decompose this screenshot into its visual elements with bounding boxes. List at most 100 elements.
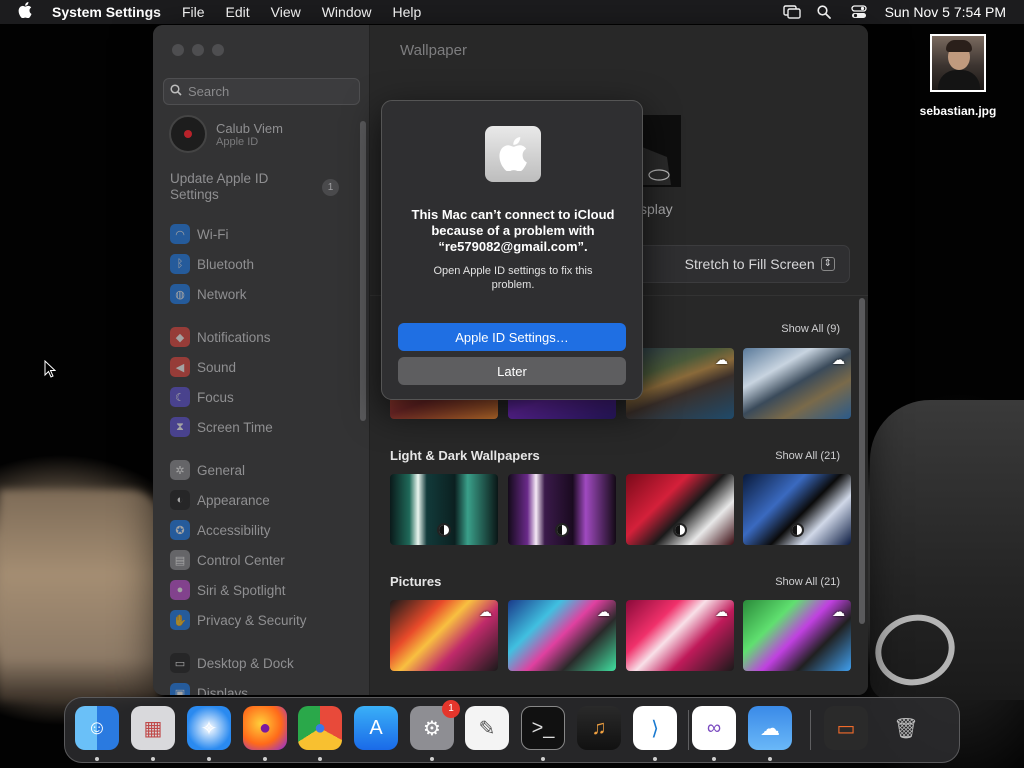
- sidebar-item-notifications[interactable]: ◆ Notifications: [170, 325, 271, 349]
- sidebar-item-privacy-security[interactable]: ✋ Privacy & Security: [170, 608, 307, 632]
- weather-icon[interactable]: ☁: [748, 706, 792, 750]
- display-preview[interactable]: [637, 115, 681, 187]
- update-label: Update Apple ID Settings: [170, 171, 269, 202]
- sidebar-item-bluetooth[interactable]: ᛒ Bluetooth: [170, 252, 254, 276]
- sidebar-item-appearance[interactable]: ◐ Appearance: [170, 488, 270, 512]
- update-apple-id-settings[interactable]: Update Apple ID Settings 1: [170, 171, 350, 203]
- menu-clock[interactable]: Sun Nov 5 7:54 PM: [885, 4, 1006, 20]
- wallpaper-tile[interactable]: ☁: [508, 600, 616, 671]
- main-scrollbar[interactable]: [859, 298, 865, 624]
- contrast-icon: ◐: [170, 490, 190, 510]
- sidebar-item-desktop-dock[interactable]: ▭ Desktop & Dock: [170, 651, 294, 675]
- wallpaper-tile[interactable]: ☁: [390, 600, 498, 671]
- later-button[interactable]: Later: [398, 357, 626, 385]
- show-all-light-dark[interactable]: Show All (21): [775, 450, 840, 462]
- sidebar-item-wi-fi[interactable]: ◠ Wi-Fi: [170, 222, 228, 246]
- downloads-stack-icon[interactable]: ▭: [824, 706, 868, 750]
- download-cloud-icon[interactable]: ☁: [597, 604, 610, 620]
- fill-mode-select[interactable]: Stretch to Fill Screen ⇕: [636, 245, 850, 283]
- window-controls: [172, 44, 224, 56]
- sidebar-item-general[interactable]: ✲ General: [170, 458, 245, 482]
- sidebar-item-network[interactable]: ◍ Network: [170, 282, 247, 306]
- vscode-icon[interactable]: ⟩: [633, 706, 677, 750]
- sidebar-search[interactable]: [163, 78, 360, 105]
- wallpaper-tile[interactable]: [626, 474, 734, 545]
- firefox-icon[interactable]: ●: [243, 706, 287, 750]
- download-cloud-icon[interactable]: ☁: [832, 604, 845, 620]
- running-indicator: [768, 757, 772, 761]
- light-dark-icon: [555, 523, 569, 537]
- dock-separator: [810, 710, 811, 750]
- hand-icon: ✋: [170, 610, 190, 630]
- sidebar-item-displays[interactable]: ▣ Displays: [170, 681, 248, 695]
- menu-app-name[interactable]: System Settings: [52, 4, 161, 20]
- app-store-icon[interactable]: A: [354, 706, 398, 750]
- zoom-window-button[interactable]: [212, 44, 224, 56]
- wallpaper-tile[interactable]: [743, 474, 851, 545]
- wallpaper-tile-catalina[interactable]: ☁: [743, 348, 851, 419]
- sidebar-item-control-center[interactable]: ▤ Control Center: [170, 548, 285, 572]
- running-indicator: [95, 757, 99, 761]
- sidebar-item-label: Wi-Fi: [197, 226, 229, 242]
- running-indicator: [541, 757, 545, 761]
- menu-file[interactable]: File: [182, 4, 205, 20]
- wallpaper-tile[interactable]: ☁: [626, 600, 734, 671]
- textedit-icon[interactable]: ✎: [465, 706, 509, 750]
- sidebar-item-accessibility[interactable]: ✪ Accessibility: [170, 518, 271, 542]
- settings-icon[interactable]: ⚙ 1: [410, 700, 460, 750]
- display-label: splay: [640, 201, 673, 217]
- sidebar-item-siri-spotlight[interactable]: ● Siri & Spotlight: [170, 578, 286, 602]
- file-name: sebastian.jpg: [919, 104, 997, 118]
- download-cloud-icon[interactable]: ☁: [832, 352, 845, 368]
- apple-logo-icon: [485, 126, 541, 182]
- download-cloud-icon[interactable]: ☁: [479, 604, 492, 620]
- hourglass-icon: ⧗: [170, 417, 190, 437]
- apple-menu-icon[interactable]: [18, 2, 34, 22]
- sidebar-item-sound[interactable]: ◀ Sound: [170, 355, 236, 379]
- account-name: Calub Viem: [216, 120, 283, 136]
- running-indicator: [712, 757, 716, 761]
- sidebar: Calub Viem Apple ID Update Apple ID Sett…: [153, 25, 370, 695]
- menu-bar: System Settings File Edit View Window He…: [0, 0, 1024, 24]
- sidebar-scrollbar[interactable]: [360, 121, 366, 421]
- desktop-blur-right: [867, 400, 1024, 700]
- running-indicator: [318, 757, 322, 761]
- wallpaper-tile[interactable]: ☁: [743, 600, 851, 671]
- control-center-icon[interactable]: [850, 5, 867, 19]
- wallpaper-tile[interactable]: [390, 474, 498, 545]
- wallpaper-tile[interactable]: [508, 474, 616, 545]
- visual-studio-icon[interactable]: ∞: [692, 706, 736, 750]
- account-subtitle: Apple ID: [216, 135, 259, 148]
- sidebar-item-focus[interactable]: ☾ Focus: [170, 385, 234, 409]
- search-input[interactable]: [188, 84, 348, 99]
- spotlight-search-icon[interactable]: [816, 5, 833, 19]
- show-all-pictures[interactable]: Show All (21): [775, 576, 840, 588]
- launchpad-icon[interactable]: ▦: [131, 706, 175, 750]
- apple-id-account[interactable]: Calub Viem Apple ID: [169, 115, 283, 153]
- trash-icon[interactable]: 🗑: [884, 706, 928, 750]
- garageband-icon[interactable]: ♫: [577, 706, 621, 750]
- menu-help[interactable]: Help: [393, 4, 422, 20]
- accessibility-icon: ✪: [170, 520, 190, 540]
- chrome-icon[interactable]: ●: [298, 706, 342, 750]
- running-indicator: [207, 757, 211, 761]
- desktop-file-sebastian[interactable]: sebastian.jpg: [912, 34, 1004, 118]
- menu-edit[interactable]: Edit: [226, 4, 250, 20]
- download-cloud-icon[interactable]: ☁: [715, 352, 728, 368]
- sidebar-item-screen-time[interactable]: ⧗ Screen Time: [170, 415, 273, 439]
- terminal-icon[interactable]: >_: [521, 706, 565, 750]
- menu-window[interactable]: Window: [322, 4, 372, 20]
- download-cloud-icon[interactable]: ☁: [715, 604, 728, 620]
- wifi-icon: ◠: [170, 224, 190, 244]
- menu-view[interactable]: View: [271, 4, 301, 20]
- safari-icon[interactable]: ✧: [187, 706, 231, 750]
- show-all-dynamic[interactable]: Show All (9): [781, 323, 840, 335]
- screen-mirroring-icon[interactable]: [782, 5, 801, 19]
- apple-id-settings-button[interactable]: Apple ID Settings…: [398, 323, 626, 351]
- minimize-window-button[interactable]: [192, 44, 204, 56]
- close-window-button[interactable]: [172, 44, 184, 56]
- dialog-message: Open Apple ID settings to fix this probl…: [433, 265, 593, 291]
- finder-icon[interactable]: ☺: [75, 706, 119, 750]
- sidebar-item-label: Screen Time: [197, 419, 273, 435]
- display-icon: ▣: [170, 683, 190, 695]
